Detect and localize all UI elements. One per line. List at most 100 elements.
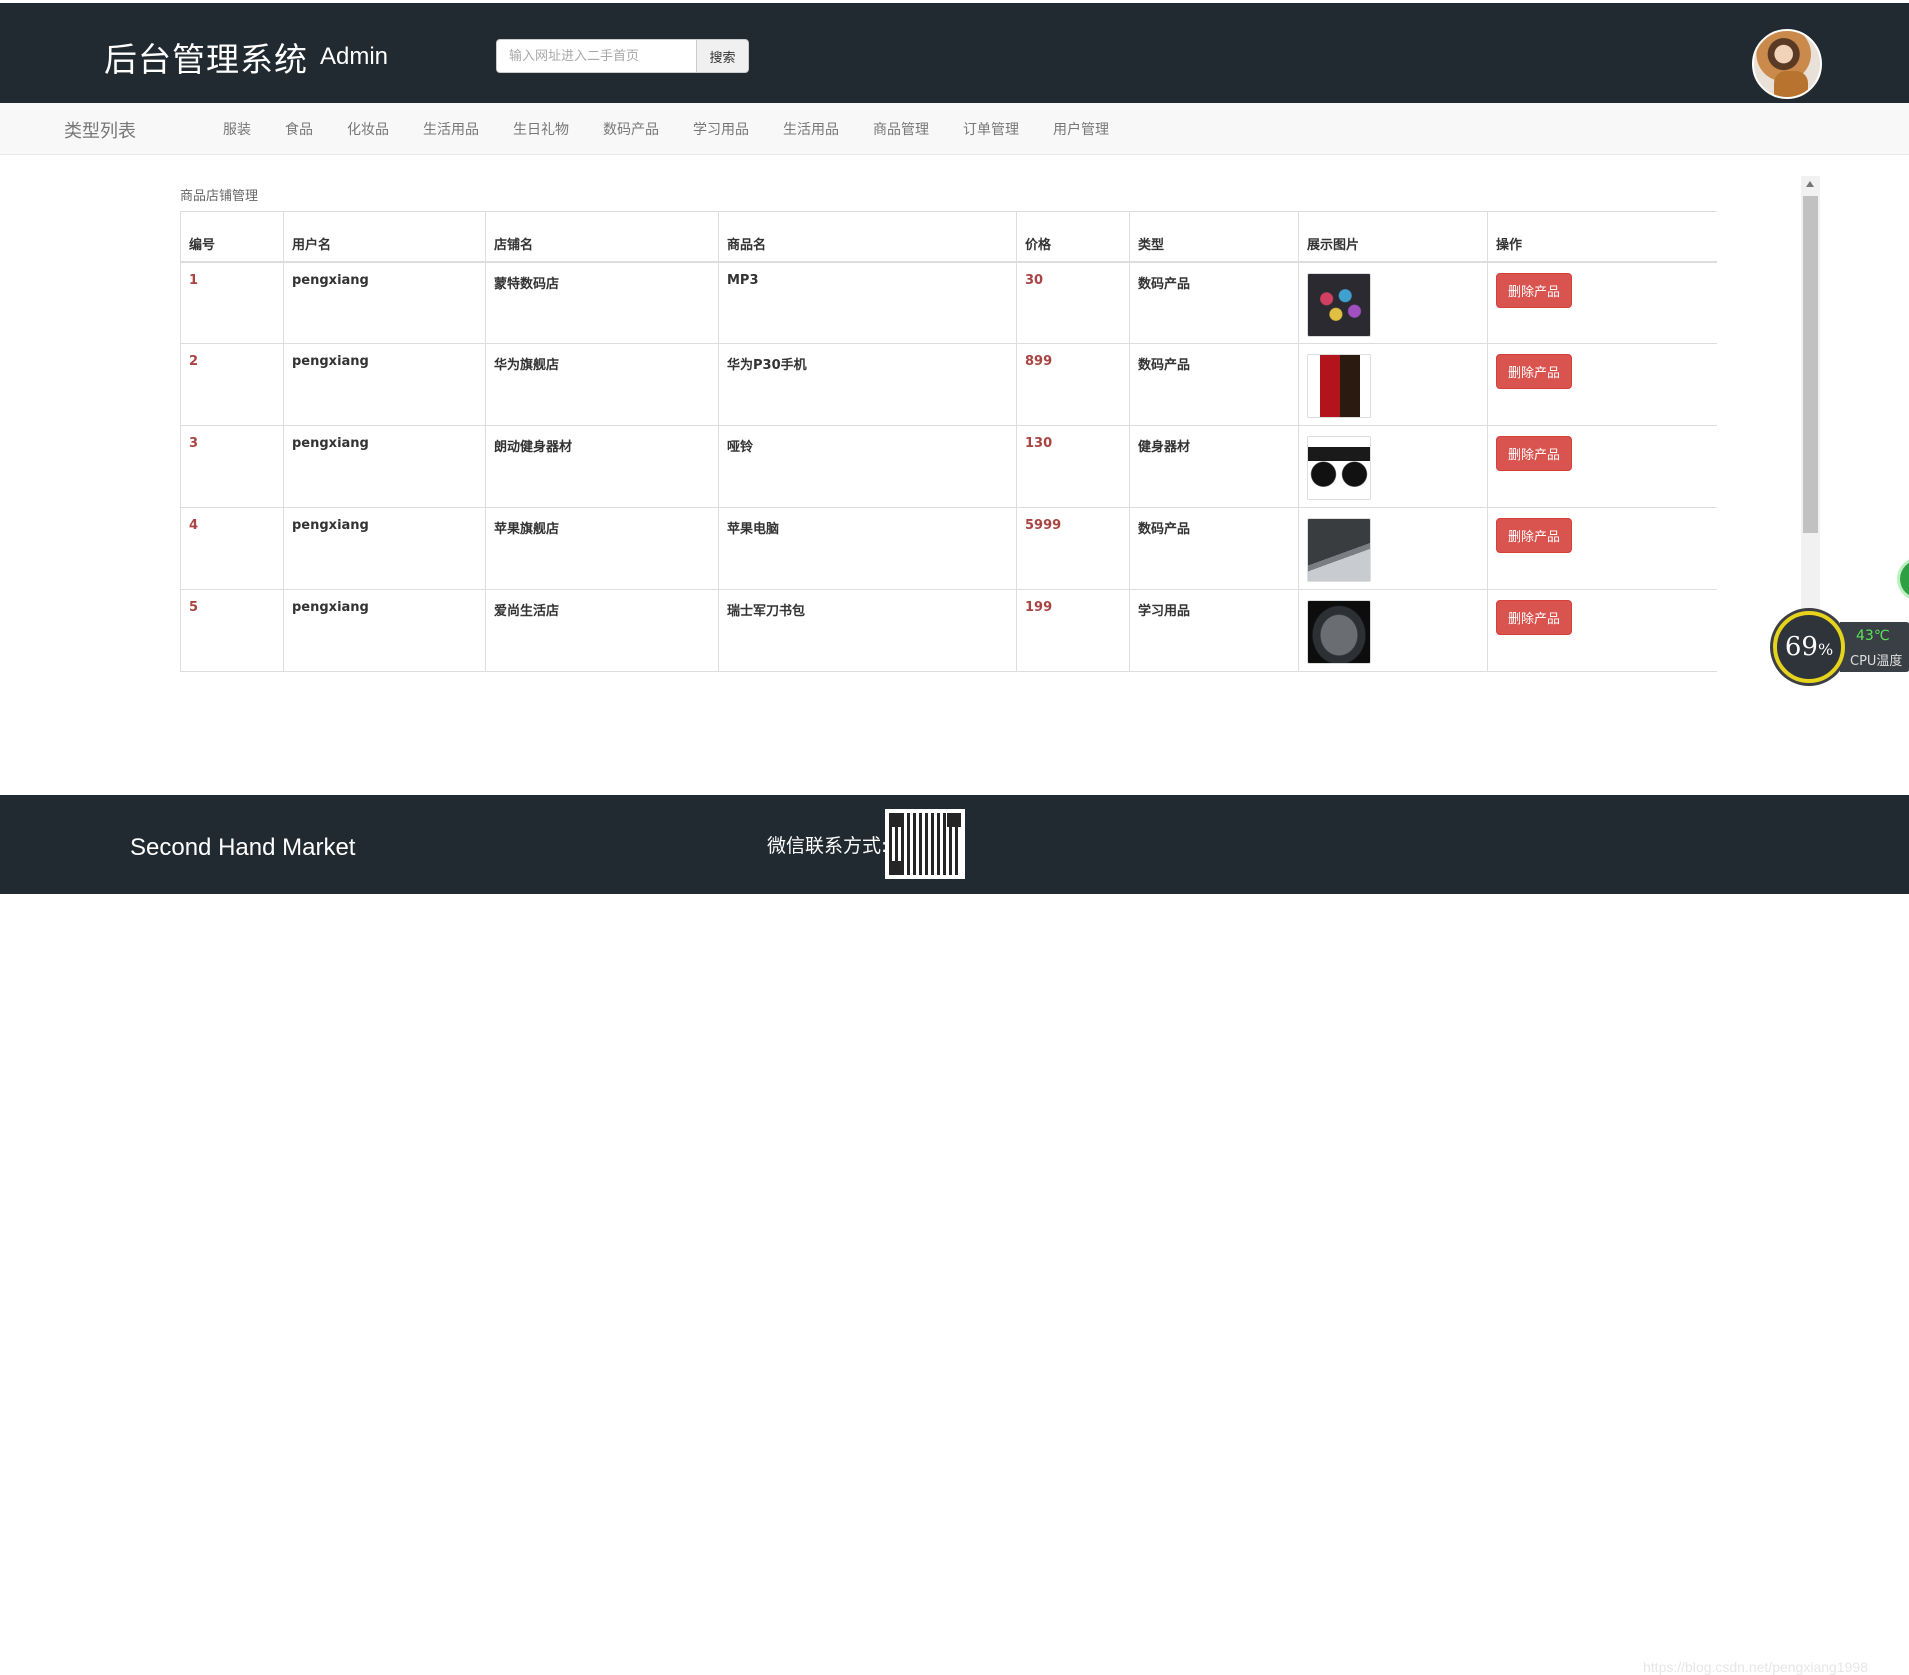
cell-price: 130	[1016, 425, 1130, 508]
product-table-container: 编号 用户名 店铺名 商品名 价格 类型 展示图片 操作 1 pengxiang…	[180, 211, 1717, 673]
nav-item-clothing[interactable]: 服装	[206, 119, 268, 139]
cell-id: 5	[180, 589, 284, 672]
table-row: 4 pengxiang 苹果旗舰店 苹果电脑 5999 数码产品 删除产品	[180, 507, 1717, 590]
product-table: 编号 用户名 店铺名 商品名 价格 类型 展示图片 操作 1 pengxiang…	[180, 211, 1717, 672]
footer-brand: Second Hand Market	[130, 834, 356, 861]
nav-item-order-management[interactable]: 订单管理	[946, 119, 1036, 139]
product-image-laptop	[1307, 518, 1371, 582]
cell-shop: 苹果旗舰店	[485, 507, 719, 590]
nav-item-daily-goods[interactable]: 生活用品	[406, 119, 496, 139]
avatar[interactable]	[1752, 29, 1822, 99]
cell-username: pengxiang	[283, 425, 486, 508]
section-title: 商品店铺管理	[180, 189, 259, 204]
cell-action: 删除产品	[1487, 425, 1717, 508]
cell-type: 健身器材	[1129, 425, 1299, 508]
vertical-scrollbar[interactable]	[1801, 176, 1820, 672]
nav-item-study-supplies[interactable]: 学习用品	[676, 119, 766, 139]
cell-username: pengxiang	[283, 261, 486, 344]
floating-widget-handle[interactable]	[1897, 557, 1909, 601]
category-nav: 类型列表 服装 食品 化妆品 生活用品 生日礼物 数码产品 学习用品 生活用品 …	[0, 103, 1909, 155]
admin-label: Admin	[320, 43, 389, 70]
cpu-usage-value: 69%	[1785, 632, 1833, 662]
cell-image	[1298, 261, 1488, 344]
delete-product-button[interactable]: 删除产品	[1496, 518, 1573, 553]
cell-shop: 蒙特数码店	[485, 261, 719, 344]
cell-image	[1298, 343, 1488, 426]
scroll-up-arrow-icon[interactable]	[1806, 181, 1814, 187]
product-image-mp3	[1307, 272, 1371, 337]
app-title: 后台管理系统	[104, 40, 308, 79]
col-header-id: 编号	[180, 211, 284, 263]
cell-username: pengxiang	[283, 343, 486, 426]
cpu-usage-gauge: 69%	[1773, 611, 1845, 683]
cell-shop: 爱尚生活店	[485, 589, 719, 672]
search-button[interactable]: 搜索	[696, 39, 749, 73]
cpu-temperature: 43℃	[1856, 628, 1890, 644]
cell-product: 华为P30手机	[718, 343, 1017, 426]
col-header-username: 用户名	[283, 211, 486, 263]
cell-image	[1298, 507, 1488, 590]
qr-pattern	[889, 813, 961, 875]
cell-type: 数码产品	[1129, 343, 1299, 426]
cell-image	[1298, 589, 1488, 672]
cpu-percent-unit: %	[1817, 640, 1834, 659]
wechat-contact-label: 微信联系方式:	[767, 835, 888, 857]
col-header-image: 展示图片	[1298, 211, 1488, 263]
cell-username: pengxiang	[283, 589, 486, 672]
cell-action: 删除产品	[1487, 343, 1717, 426]
cell-price: 30	[1016, 261, 1130, 344]
product-image-dumbbell	[1307, 436, 1371, 500]
nav-item-cosmetics[interactable]: 化妆品	[330, 119, 406, 139]
cell-action: 删除产品	[1487, 507, 1717, 590]
product-image-backpack	[1307, 600, 1371, 664]
cell-id: 3	[180, 425, 284, 508]
avatar-figure	[1774, 71, 1808, 97]
table-row: 5 pengxiang 爱尚生活店 瑞士军刀书包 199 学习用品 删除产品	[180, 589, 1717, 672]
nav-item-user-management[interactable]: 用户管理	[1036, 119, 1126, 139]
cell-price: 199	[1016, 589, 1130, 672]
table-row: 1 pengxiang 蒙特数码店 MP3 30 数码产品 删除产品	[180, 261, 1717, 344]
cell-action: 删除产品	[1487, 261, 1717, 344]
cell-image	[1298, 425, 1488, 508]
search-input[interactable]	[496, 39, 696, 73]
cell-username: pengxiang	[283, 507, 486, 590]
table-header-row: 编号 用户名 店铺名 商品名 价格 类型 展示图片 操作	[180, 211, 1717, 263]
cell-id: 2	[180, 343, 284, 426]
table-row: 3 pengxiang 朗动健身器材 哑铃 130 健身器材 删除产品	[180, 425, 1717, 508]
product-image-phone	[1307, 354, 1371, 418]
delete-product-button[interactable]: 删除产品	[1496, 436, 1573, 471]
nav-item-food[interactable]: 食品	[268, 119, 330, 139]
cell-shop: 华为旗舰店	[485, 343, 719, 426]
category-items: 服装 食品 化妆品 生活用品 生日礼物 数码产品 学习用品 生活用品 商品管理 …	[206, 103, 1126, 155]
nav-item-daily-goods-2[interactable]: 生活用品	[766, 119, 856, 139]
nav-item-digital[interactable]: 数码产品	[586, 119, 676, 139]
cell-id: 1	[180, 261, 284, 344]
cell-type: 学习用品	[1129, 589, 1299, 672]
col-header-action: 操作	[1487, 211, 1717, 263]
cell-price: 5999	[1016, 507, 1130, 590]
blog-watermark: https://blog.csdn.net/pengxiang1998	[1643, 1659, 1868, 1675]
col-header-price: 价格	[1016, 211, 1130, 263]
cpu-percent-number: 69	[1784, 632, 1818, 662]
nav-item-product-management[interactable]: 商品管理	[856, 119, 946, 139]
col-header-type: 类型	[1129, 211, 1299, 263]
cpu-temperature-label: CPU温度	[1850, 654, 1903, 669]
nav-item-birthday-gifts[interactable]: 生日礼物	[496, 119, 586, 139]
cell-type: 数码产品	[1129, 507, 1299, 590]
cell-action: 删除产品	[1487, 589, 1717, 672]
category-list-title: 类型列表	[64, 121, 136, 142]
cell-type: 数码产品	[1129, 261, 1299, 344]
col-header-shop: 店铺名	[485, 211, 719, 263]
cell-shop: 朗动健身器材	[485, 425, 719, 508]
col-header-product: 商品名	[718, 211, 1017, 263]
delete-product-button[interactable]: 删除产品	[1496, 354, 1573, 389]
cell-product: 瑞士军刀书包	[718, 589, 1017, 672]
delete-product-button[interactable]: 删除产品	[1496, 272, 1573, 308]
scrollbar-thumb[interactable]	[1803, 196, 1818, 533]
cell-id: 4	[180, 507, 284, 590]
top-header: 后台管理系统 Admin 搜索	[0, 0, 1909, 103]
search-bar: 搜索	[496, 39, 749, 73]
cpu-monitor-widget[interactable]: 69% 43℃ CPU温度	[1770, 608, 1909, 686]
delete-product-button[interactable]: 删除产品	[1496, 600, 1573, 635]
cell-price: 899	[1016, 343, 1130, 426]
